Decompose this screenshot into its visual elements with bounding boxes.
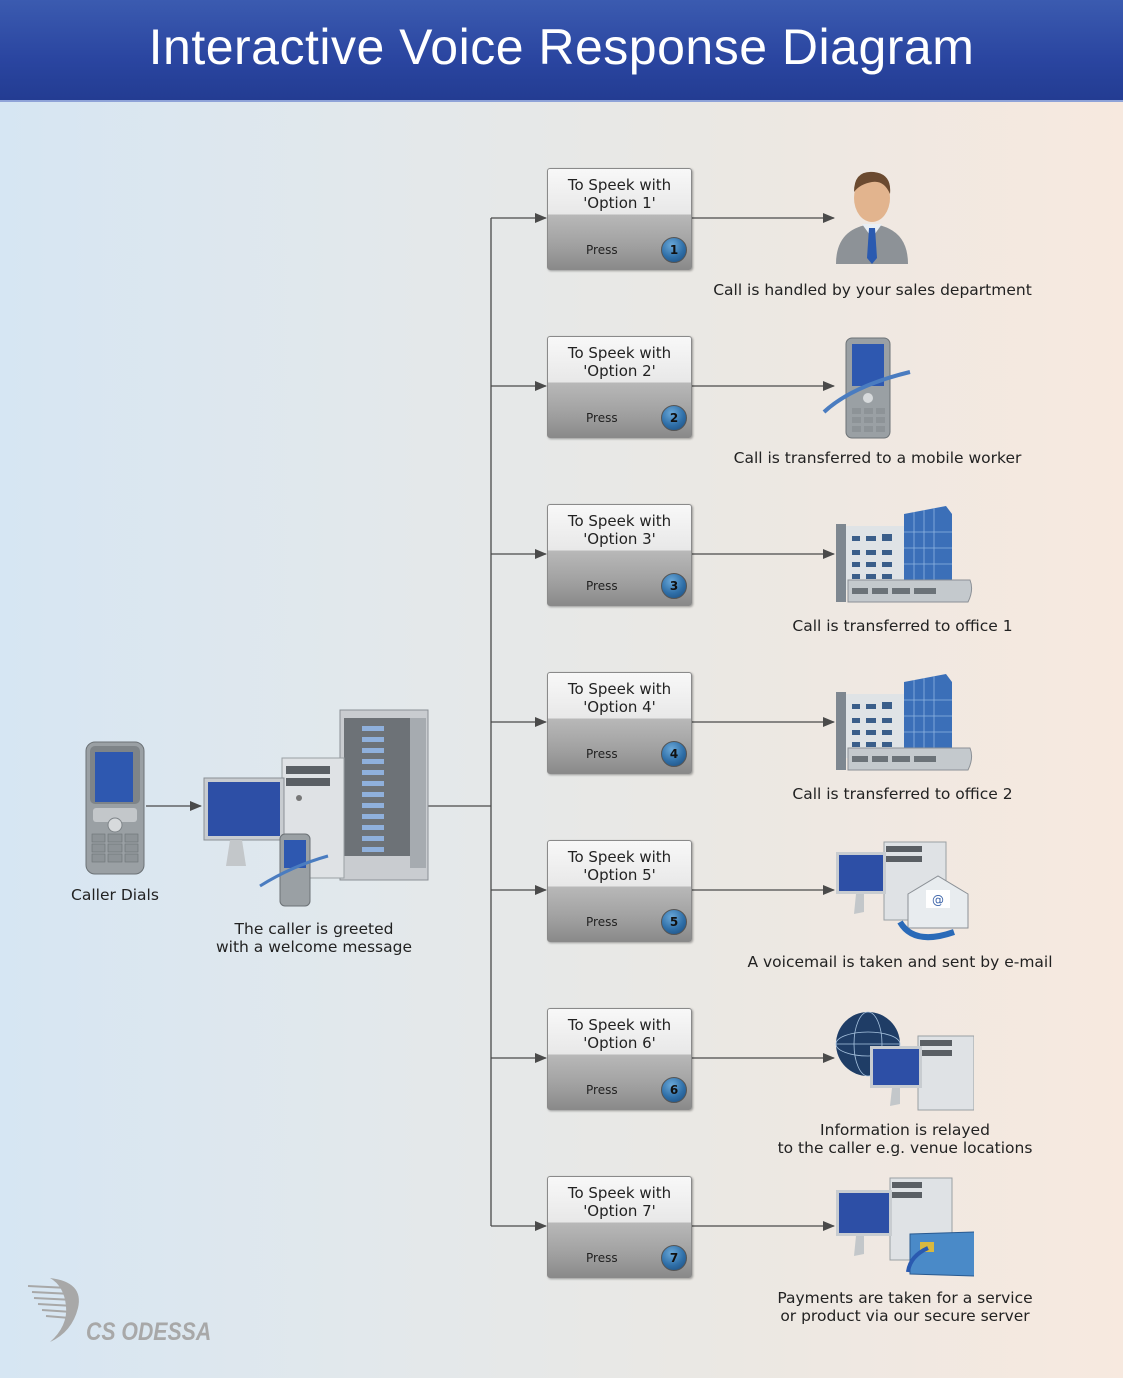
option-title: To Speek with 'Option 7' [567,1184,672,1220]
press-label: Press [586,1251,618,1265]
email-server-icon: @ [834,840,974,948]
option-box-2[interactable]: To Speek with 'Option 2' Press 2 [547,336,692,438]
key-number-badge: 3 [661,573,687,599]
result-label-6: Information is relayed to the caller e.g… [777,1121,1033,1157]
result-label-5: A voicemail is taken and sent by e-mail [747,953,1053,971]
globe-server-icon [834,1010,975,1118]
press-label: Press [586,411,618,425]
mobile-phone-icon [822,336,922,444]
caller-phone-icon [84,740,146,880]
option-title: To Speek with 'Option 2' [567,344,672,380]
press-label: Press [586,579,618,593]
caller-label: Caller Dials [71,886,159,904]
credit-card-server-icon [834,1176,977,1284]
cs-odessa-logo-icon [27,1276,88,1350]
option-box-7[interactable]: To Speek with 'Option 7' Press 7 [547,1176,692,1278]
option-title: To Speek with 'Option 5' [567,848,672,884]
result-label-1: Call is handled by your sales department [713,281,1032,299]
result-label-4: Call is transferred to office 2 [792,785,1013,803]
press-label: Press [586,915,618,929]
option-title: To Speek with 'Option 1' [567,176,672,212]
option-box-5[interactable]: To Speek with 'Option 5' Press 5 [547,840,692,942]
office-building-icon [834,672,974,780]
key-number-badge: 1 [661,237,687,263]
ivr-server-icon [202,706,430,914]
press-label: Press [586,747,618,761]
key-number-badge: 6 [661,1077,687,1103]
press-label: Press [586,243,618,257]
option-title: To Speek with 'Option 4' [567,680,672,716]
key-number-badge: 2 [661,405,687,431]
key-number-badge: 7 [661,1245,687,1271]
key-number-badge: 5 [661,909,687,935]
logo-text: CS ODESSA [86,1318,212,1346]
option-title: To Speek with 'Option 3' [567,512,672,548]
option-title: To Speek with 'Option 6' [567,1016,672,1052]
svg-text:@: @ [932,893,944,907]
result-label-2: Call is transferred to a mobile worker [733,449,1022,467]
result-label-3: Call is transferred to office 1 [792,617,1013,635]
result-label-7: Payments are taken for a service or prod… [777,1289,1033,1325]
option-box-1[interactable]: To Speek with 'Option 1' Press 1 [547,168,692,270]
option-box-4[interactable]: To Speek with 'Option 4' Press 4 [547,672,692,774]
businessman-icon [832,166,912,270]
office-building-icon [834,504,974,612]
option-box-6[interactable]: To Speek with 'Option 6' Press 6 [547,1008,692,1110]
press-label: Press [586,1083,618,1097]
key-number-badge: 4 [661,741,687,767]
greeting-label: The caller is greeted with a welcome mes… [216,920,412,956]
option-box-3[interactable]: To Speek with 'Option 3' Press 3 [547,504,692,606]
